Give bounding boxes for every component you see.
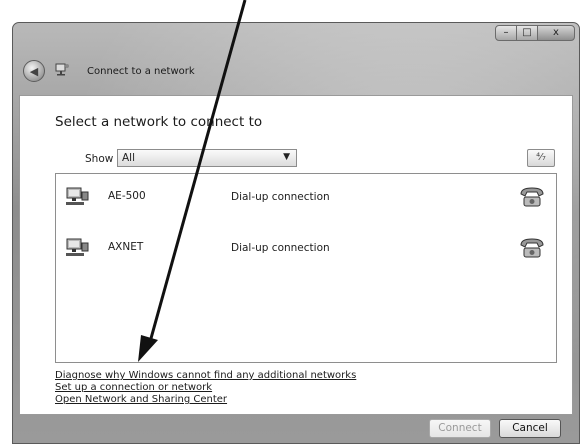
show-dropdown[interactable]: All ▼ [117,149,297,167]
dialog-footer: Connect Cancel [13,415,579,445]
network-sharing-center-link[interactable]: Open Network and Sharing Center [55,394,356,406]
back-button[interactable]: ◀ [23,60,45,82]
caption-buttons: – □ x [495,25,575,41]
connect-button[interactable]: Connect [429,419,491,438]
telephone-icon [520,187,544,207]
dialog-content: Select a network to connect to Show All … [19,95,573,415]
minimize-button[interactable]: – [495,25,517,41]
show-label: Show [85,153,114,165]
link-list: Diagnose why Windows cannot find any add… [55,370,356,406]
title-bar: ◀ Connect to a network – □ x [13,23,579,95]
diagnose-link[interactable]: Diagnose why Windows cannot find any add… [55,370,356,382]
network-icon [55,63,69,76]
network-type: Dial-up connection [231,191,330,203]
setup-connection-link[interactable]: Set up a connection or network [55,382,356,394]
network-list: AE-500 Dial-up connection AXNET Dial-up … [55,173,557,363]
cancel-button[interactable]: Cancel [499,419,561,438]
network-adapter-icon [66,187,89,205]
refresh-button[interactable]: ⁴⁄₇ [527,149,555,167]
network-row[interactable]: AXNET Dial-up connection [56,229,556,269]
network-type: Dial-up connection [231,242,330,254]
chevron-down-icon: ▼ [283,152,290,162]
network-row[interactable]: AE-500 Dial-up connection [56,178,556,218]
maximize-button[interactable]: □ [516,25,538,41]
window-title: Connect to a network [87,66,195,77]
network-adapter-icon [66,238,89,256]
close-button[interactable]: x [537,25,575,41]
network-name: AE-500 [108,190,146,202]
telephone-icon [520,238,544,258]
show-dropdown-value: All [122,152,136,164]
page-title: Select a network to connect to [55,114,263,130]
network-name: AXNET [108,241,144,253]
dialog-window: ◀ Connect to a network – □ x Select a ne… [12,22,580,444]
refresh-icon: ⁴⁄₇ [536,152,546,163]
